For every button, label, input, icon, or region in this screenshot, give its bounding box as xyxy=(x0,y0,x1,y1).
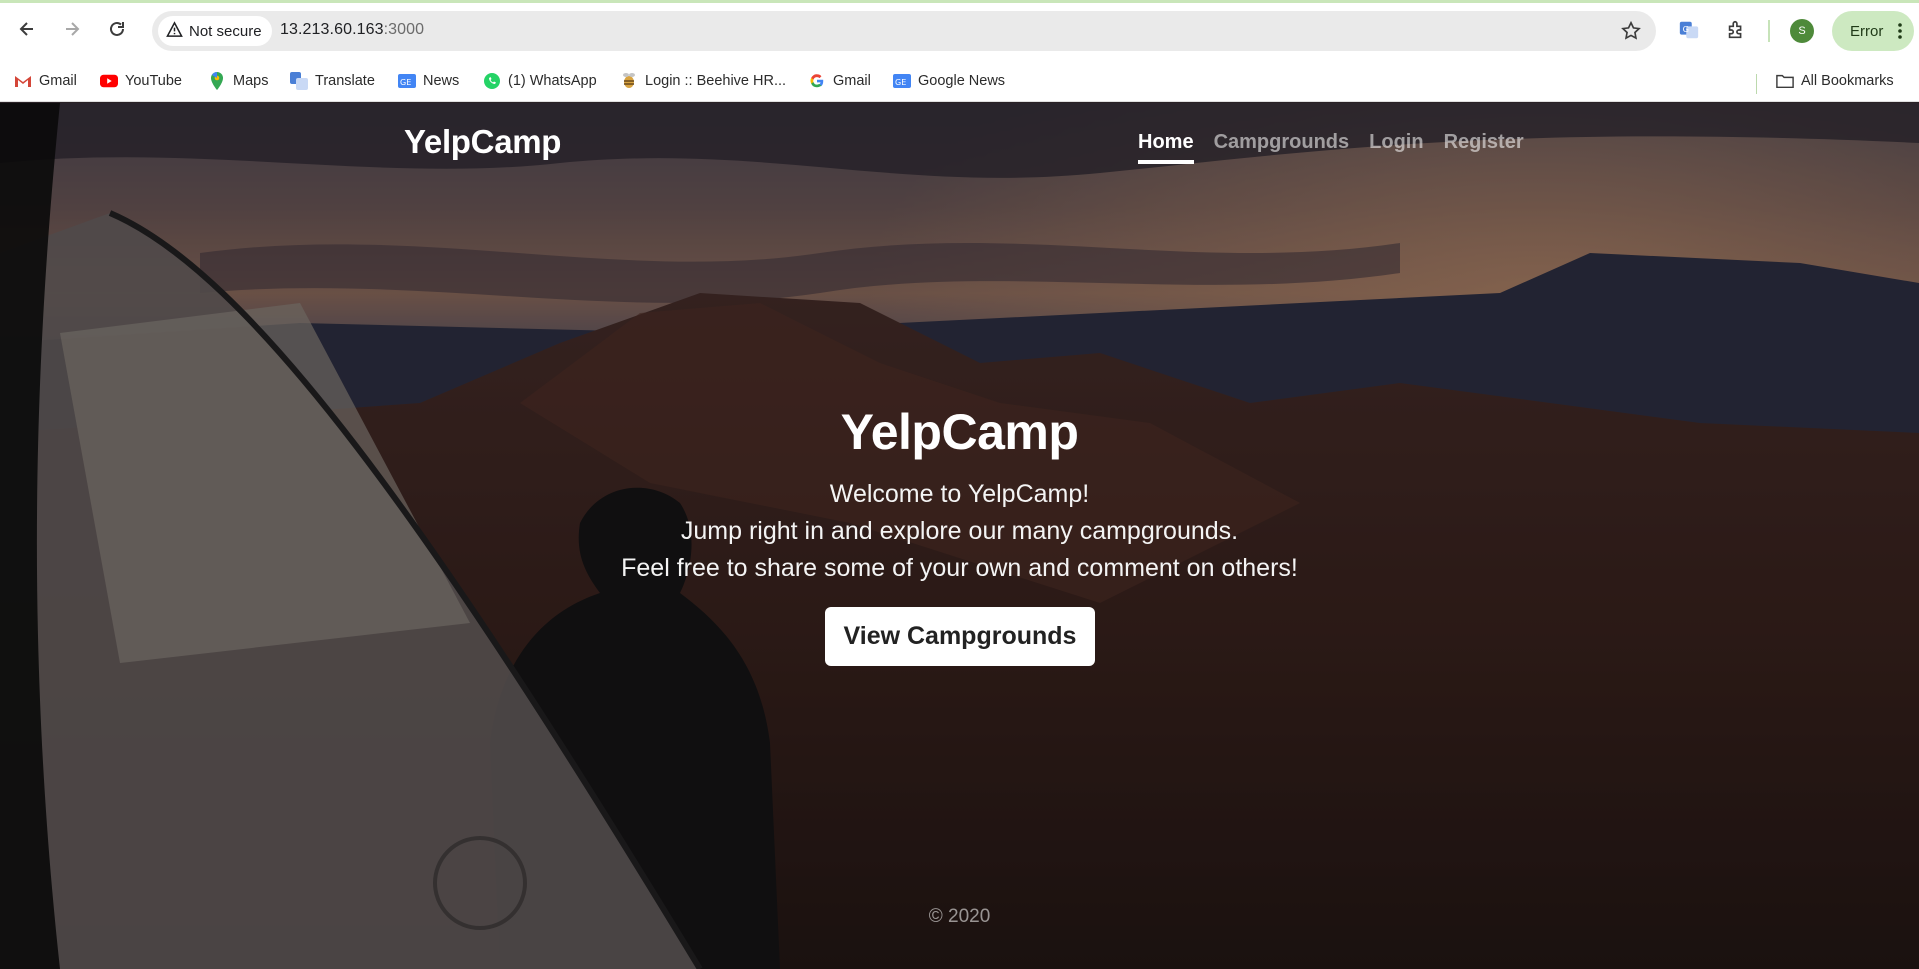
translate-icon[interactable]: G xyxy=(1676,17,1702,43)
site-brand[interactable]: YelpCamp xyxy=(404,123,561,161)
nav-login[interactable]: Login xyxy=(1369,131,1423,164)
bookmarks-bar: Gmail YouTube Maps Translate GE News (1)… xyxy=(0,62,1919,102)
all-bookmarks-label: All Bookmarks xyxy=(1801,73,1894,89)
translate-icon xyxy=(290,72,308,90)
back-arrow-icon[interactable] xyxy=(12,14,42,44)
site-nav: Home Campgrounds Login Register xyxy=(1138,131,1524,164)
kebab-menu-icon[interactable] xyxy=(1898,23,1902,39)
security-label: Not secure xyxy=(189,22,262,40)
bookmark-beehive[interactable]: Login :: Beehive HR... xyxy=(620,68,786,94)
nav-register[interactable]: Register xyxy=(1444,131,1524,164)
all-bookmarks[interactable]: All Bookmarks xyxy=(1776,68,1894,94)
loading-bar xyxy=(0,0,1919,3)
bookmarks-divider xyxy=(1756,74,1757,94)
beehive-icon xyxy=(620,72,638,90)
bookmark-gmail-2[interactable]: Gmail xyxy=(808,68,871,94)
reload-icon[interactable] xyxy=(102,14,132,44)
bookmark-whatsapp[interactable]: (1) WhatsApp xyxy=(483,68,597,94)
maps-pin-icon xyxy=(208,72,226,90)
folder-icon xyxy=(1776,72,1794,90)
bookmark-label: Login :: Beehive HR... xyxy=(645,73,787,89)
google-g-icon xyxy=(808,72,826,90)
bookmark-label: Translate xyxy=(315,73,375,89)
bookmark-label: Gmail xyxy=(833,73,871,89)
profile-avatar[interactable]: S xyxy=(1790,19,1814,43)
url-text[interactable]: 13.213.60.163:3000 xyxy=(280,21,424,39)
svg-text:G: G xyxy=(1683,24,1689,34)
bookmark-google-news[interactable]: GE Google News xyxy=(893,68,1005,94)
whatsapp-icon xyxy=(483,72,501,90)
footer-copyright: © 2020 xyxy=(928,906,991,927)
bookmark-label: Maps xyxy=(233,73,269,89)
url-port: :3000 xyxy=(383,21,425,38)
hero-cover: YelpCamp Home Campgrounds Login Register… xyxy=(0,103,1919,969)
nav-campgrounds[interactable]: Campgrounds xyxy=(1214,131,1350,164)
bookmark-label: Google News xyxy=(918,73,1006,89)
youtube-icon xyxy=(100,72,118,90)
bookmark-gmail[interactable]: Gmail xyxy=(14,68,77,94)
error-chip[interactable]: Error xyxy=(1832,11,1914,51)
view-campgrounds-button[interactable]: View Campgrounds xyxy=(825,607,1095,666)
hero-title: YelpCamp xyxy=(840,404,1079,460)
url-host: 13.213.60.163 xyxy=(280,21,384,38)
gmail-icon xyxy=(14,72,32,90)
hero-line-share: Feel free to share some of your own and … xyxy=(621,554,1298,582)
google-news-icon: GE xyxy=(398,72,416,90)
google-news-icon: GE xyxy=(893,72,911,90)
security-chip[interactable]: Not secure xyxy=(158,16,272,46)
hero-line-explore: Jump right in and explore our many campg… xyxy=(680,517,1239,545)
hero-line-welcome: Welcome to YelpCamp! xyxy=(829,480,1090,508)
bookmark-maps[interactable]: Maps xyxy=(208,68,268,94)
forward-arrow-icon[interactable] xyxy=(57,14,87,44)
svg-text:GE: GE xyxy=(895,78,906,87)
bookmark-label: (1) WhatsApp xyxy=(508,73,597,89)
star-icon[interactable] xyxy=(1620,20,1642,42)
bookmark-label: Gmail xyxy=(39,73,77,89)
bookmark-translate[interactable]: Translate xyxy=(290,68,375,94)
nav-home[interactable]: Home xyxy=(1138,131,1194,164)
address-bar[interactable]: Not secure 13.213.60.163:3000 xyxy=(152,11,1656,51)
bookmark-label: News xyxy=(423,73,460,89)
bookmark-news[interactable]: GE News xyxy=(398,68,459,94)
warning-triangle-icon xyxy=(166,20,183,42)
error-label: Error xyxy=(1850,22,1884,40)
browser-toolbar: Not secure 13.213.60.163:3000 G S Error xyxy=(0,0,1919,62)
svg-text:GE: GE xyxy=(400,78,411,87)
bookmark-youtube[interactable]: YouTube xyxy=(100,68,182,94)
puzzle-icon[interactable] xyxy=(1723,17,1749,43)
toolbar-separator xyxy=(1768,20,1770,42)
bookmark-label: YouTube xyxy=(125,73,182,89)
